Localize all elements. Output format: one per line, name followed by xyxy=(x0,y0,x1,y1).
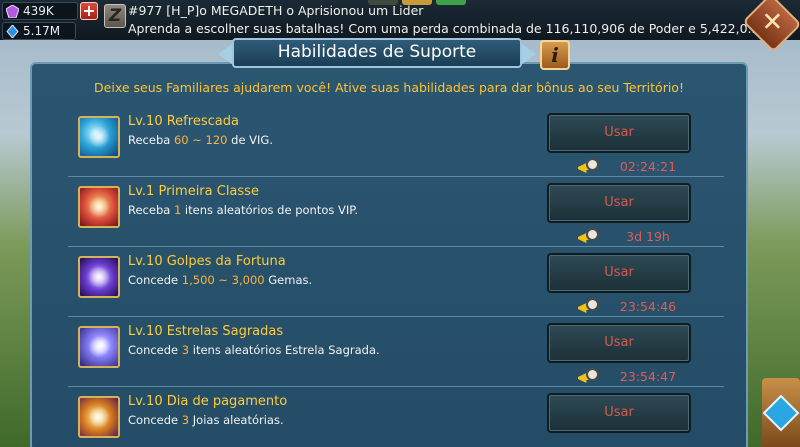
top-tab-right xyxy=(436,0,466,5)
skill-description: Concede 3 itens aleatórios Estrela Sagra… xyxy=(128,343,380,357)
gems-value: 439K xyxy=(23,4,54,18)
skill-row: Lv.10 Estrelas Sagradas Concede 3 itens … xyxy=(78,323,718,394)
claw-icon xyxy=(78,256,120,298)
use-button[interactable]: Usar xyxy=(547,183,691,223)
add-gems-button[interactable]: + xyxy=(80,2,98,20)
cooldown-clock-icon xyxy=(578,158,600,176)
panel-subtitle: Deixe seus Familiares ajudarem você! Ati… xyxy=(94,80,684,95)
cooldown-timer: 23:54:47 xyxy=(619,369,677,384)
news-line-1: #977 [H_P]o MEGADETH o Aprisionou um Lid… xyxy=(128,3,424,18)
gem-icon xyxy=(6,5,19,18)
cooldown-clock-icon xyxy=(578,368,600,386)
close-icon: ✕ xyxy=(761,7,784,38)
skill-name: Lv.10 Estrelas Sagradas xyxy=(128,324,284,339)
prev-arrow-icon[interactable] xyxy=(218,44,232,64)
skill-description: Concede 1,500 ~ 3,000 Gemas. xyxy=(128,273,313,287)
skill-name: Lv.10 Refrescada xyxy=(128,114,239,129)
power-crystal-icon xyxy=(6,25,19,38)
skill-row: Lv.10 Refrescada Receba 60 ~ 120 de VIG.… xyxy=(78,113,718,184)
power-counter: 5.17M xyxy=(2,22,76,40)
cooldown-timer: 23:54:46 xyxy=(619,299,677,314)
skill-name: Lv.10 Dia de pagamento xyxy=(128,394,288,409)
info-button[interactable]: i xyxy=(540,40,570,70)
skill-row: Lv.10 Golpes da Fortuna Concede 1,500 ~ … xyxy=(78,253,718,324)
support-skills-panel: Deixe seus Familiares ajudarem você! Ati… xyxy=(30,62,748,447)
skill-description: Receba 1 itens aleatórios de pontos VIP. xyxy=(128,203,359,217)
use-button[interactable]: Usar xyxy=(547,323,691,363)
gift-icon xyxy=(78,186,120,228)
cooldown-clock-icon xyxy=(578,228,600,246)
next-arrow-icon[interactable] xyxy=(522,44,536,64)
news-scroll-icon[interactable]: Z xyxy=(104,4,126,28)
news-line-2: Aprenda a escolher suas batalhas! Com um… xyxy=(128,21,760,36)
skill-name: Lv.1 Primeira Classe xyxy=(128,184,259,199)
top-bar: 439K + 5.17M Z #977 [H_P]o MEGADETH o Ap… xyxy=(0,0,800,40)
cooldown-timer: 02:24:21 xyxy=(619,159,677,174)
skill-row: Lv.1 Primeira Classe Receba 1 itens alea… xyxy=(78,183,718,254)
skill-row: Lv.10 Dia de pagamento Concede 3 Joias a… xyxy=(78,393,718,447)
skill-description: Concede 3 Joias aleatórias. xyxy=(128,413,284,427)
use-button[interactable]: Usar xyxy=(547,393,691,433)
skill-description: Receba 60 ~ 120 de VIG. xyxy=(128,133,273,147)
cooldown-clock-icon xyxy=(578,298,600,316)
cooldown-timer: 3d 19h xyxy=(626,229,670,244)
gems-counter: 439K xyxy=(2,2,78,20)
skill-name: Lv.10 Golpes da Fortuna xyxy=(128,254,286,269)
window-title: Habilidades de Suporte xyxy=(232,38,522,68)
payday-icon xyxy=(78,396,120,438)
star-icon xyxy=(78,326,120,368)
use-button[interactable]: Usar xyxy=(547,253,691,293)
use-button[interactable]: Usar xyxy=(547,113,691,153)
power-value: 5.17M xyxy=(23,24,61,38)
refresh-icon xyxy=(78,116,120,158)
